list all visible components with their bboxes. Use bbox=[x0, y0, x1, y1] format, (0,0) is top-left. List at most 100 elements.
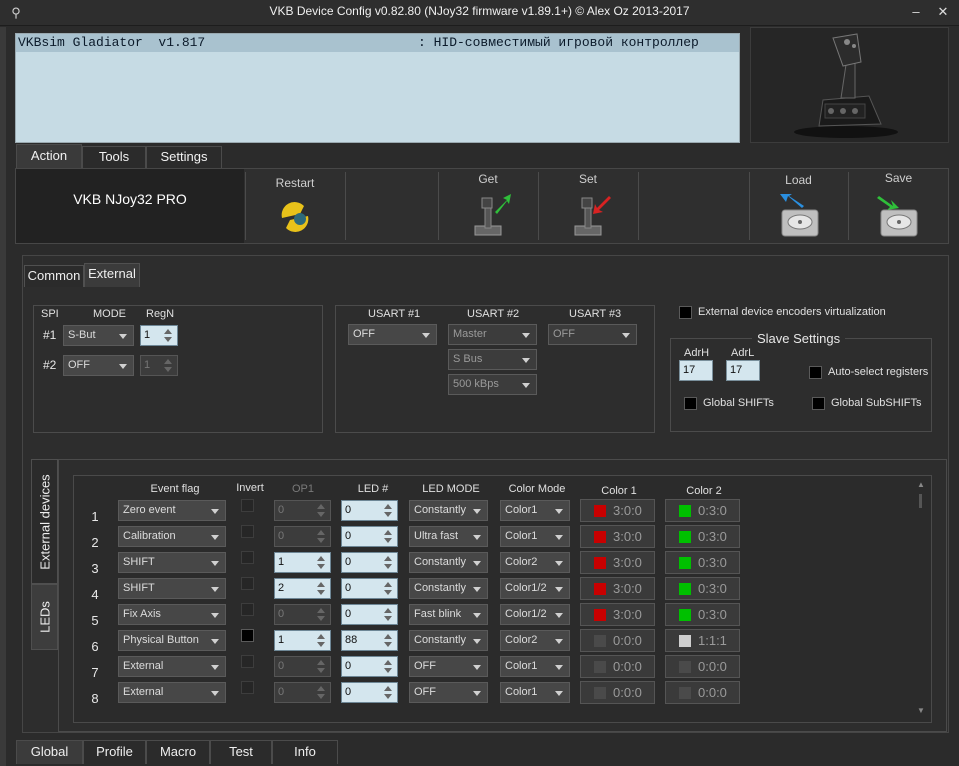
color-1-picker[interactable]: 3:0:0 bbox=[580, 577, 655, 600]
usart-2-select[interactable]: Master bbox=[448, 324, 537, 345]
auto-select-checkbox[interactable] bbox=[809, 366, 822, 379]
usart-2-bus-select[interactable]: S Bus bbox=[448, 349, 537, 370]
led-mode-select[interactable]: Constantly bbox=[409, 630, 488, 651]
invert-checkbox[interactable] bbox=[241, 525, 254, 538]
tab-info[interactable]: Info bbox=[272, 740, 338, 764]
color-mode-select[interactable]: Color2 bbox=[500, 630, 570, 651]
leds-scrollbar[interactable] bbox=[914, 480, 928, 718]
color-mode-select[interactable]: Color1 bbox=[500, 656, 570, 677]
usart-1-select[interactable]: OFF bbox=[348, 324, 437, 345]
led-mode-select[interactable]: Constantly bbox=[409, 552, 488, 573]
tab-leds[interactable]: LEDs bbox=[31, 584, 58, 650]
color-1-picker[interactable]: 3:0:0 bbox=[580, 551, 655, 574]
led-mode-select[interactable]: Ultra fast bbox=[409, 526, 488, 547]
tab-external[interactable]: External bbox=[84, 263, 140, 287]
op1-stepper[interactable]: 1 bbox=[274, 552, 331, 573]
invert-checkbox[interactable] bbox=[241, 499, 254, 512]
invert-checkbox[interactable] bbox=[241, 577, 254, 590]
tab-global[interactable]: Global bbox=[16, 740, 83, 764]
global-shifts-checkbox[interactable] bbox=[684, 397, 697, 410]
color-mode-select[interactable]: Color1 bbox=[500, 526, 570, 547]
op1-stepper[interactable]: 0 bbox=[274, 682, 331, 703]
op1-stepper[interactable]: 0 bbox=[274, 500, 331, 521]
invert-checkbox[interactable] bbox=[241, 551, 254, 564]
adrh-field[interactable]: 17 bbox=[679, 360, 713, 381]
event-flag-select[interactable]: Calibration bbox=[118, 526, 226, 547]
invert-checkbox[interactable] bbox=[241, 629, 254, 642]
color-2-picker[interactable]: 0:3:0 bbox=[665, 499, 740, 522]
op1-stepper[interactable]: 2 bbox=[274, 578, 331, 599]
led-number-stepper[interactable]: 88 bbox=[341, 630, 398, 651]
led-mode-select[interactable]: Constantly bbox=[409, 500, 488, 521]
color-1-picker[interactable]: 0:0:0 bbox=[580, 681, 655, 704]
scroll-up-icon[interactable]: ▲ bbox=[917, 480, 925, 489]
led-number-stepper[interactable]: 0 bbox=[341, 656, 398, 677]
event-flag-select[interactable]: External bbox=[118, 682, 226, 703]
color-2-picker[interactable]: 0:3:0 bbox=[665, 551, 740, 574]
tab-tools[interactable]: Tools bbox=[82, 146, 146, 168]
led-number-stepper[interactable]: 0 bbox=[341, 682, 398, 703]
led-number-stepper[interactable]: 0 bbox=[341, 552, 398, 573]
led-number-stepper[interactable]: 0 bbox=[341, 604, 398, 625]
color-1-picker[interactable]: 3:0:0 bbox=[580, 499, 655, 522]
color-2-picker[interactable]: 0:0:0 bbox=[665, 655, 740, 678]
save-button[interactable]: Save bbox=[849, 170, 948, 242]
op1-stepper[interactable]: 1 bbox=[274, 630, 331, 651]
event-flag-select[interactable]: Zero event bbox=[118, 500, 226, 521]
op1-stepper[interactable]: 0 bbox=[274, 656, 331, 677]
tab-common[interactable]: Common bbox=[24, 265, 84, 287]
close-button[interactable]: ✕ bbox=[932, 3, 954, 21]
color-2-picker[interactable]: 1:1:1 bbox=[665, 629, 740, 652]
color-mode-select[interactable]: Color2 bbox=[500, 552, 570, 573]
adrl-field[interactable]: 17 bbox=[726, 360, 760, 381]
color-mode-select[interactable]: Color1/2 bbox=[500, 578, 570, 599]
tab-profile[interactable]: Profile bbox=[83, 740, 146, 764]
color-1-picker[interactable]: 0:0:0 bbox=[580, 629, 655, 652]
tab-macro[interactable]: Macro bbox=[146, 740, 210, 764]
spi-2-regn-stepper[interactable]: 1 bbox=[140, 355, 178, 376]
spi-2-mode-select[interactable]: OFF bbox=[63, 355, 134, 376]
event-flag-select[interactable]: External bbox=[118, 656, 226, 677]
color-2-picker[interactable]: 0:3:0 bbox=[665, 525, 740, 548]
color-2-picker[interactable]: 0:3:0 bbox=[665, 603, 740, 626]
led-number-stepper[interactable]: 0 bbox=[341, 500, 398, 521]
tab-action[interactable]: Action bbox=[16, 144, 82, 168]
color-1-picker[interactable]: 0:0:0 bbox=[580, 655, 655, 678]
invert-checkbox[interactable] bbox=[241, 681, 254, 694]
led-number-stepper[interactable]: 0 bbox=[341, 578, 398, 599]
invert-checkbox[interactable] bbox=[241, 655, 254, 668]
load-button[interactable]: Load bbox=[750, 170, 847, 242]
color-1-picker[interactable]: 3:0:0 bbox=[580, 603, 655, 626]
usart-3-select[interactable]: OFF bbox=[548, 324, 637, 345]
led-mode-select[interactable]: Constantly bbox=[409, 578, 488, 599]
color-2-picker[interactable]: 0:3:0 bbox=[665, 577, 740, 600]
led-mode-select[interactable]: Fast blink bbox=[409, 604, 488, 625]
op1-stepper[interactable]: 0 bbox=[274, 526, 331, 547]
color-2-picker[interactable]: 0:0:0 bbox=[665, 681, 740, 704]
event-flag-select[interactable]: SHIFT bbox=[118, 552, 226, 573]
color-mode-select[interactable]: Color1 bbox=[500, 682, 570, 703]
invert-checkbox[interactable] bbox=[241, 603, 254, 616]
color-mode-select[interactable]: Color1 bbox=[500, 500, 570, 521]
minimize-button[interactable]: – bbox=[905, 3, 927, 21]
tab-settings[interactable]: Settings bbox=[146, 146, 222, 168]
tab-test[interactable]: Test bbox=[210, 740, 272, 764]
spi-1-mode-select[interactable]: S-But bbox=[63, 325, 134, 346]
color-1-picker[interactable]: 3:0:0 bbox=[580, 525, 655, 548]
led-mode-select[interactable]: OFF bbox=[409, 656, 488, 677]
restart-button[interactable]: Restart bbox=[246, 170, 344, 242]
usart-2-speed-select[interactable]: 500 kBps bbox=[448, 374, 537, 395]
event-flag-select[interactable]: Physical Button bbox=[118, 630, 226, 651]
scroll-down-icon[interactable]: ▼ bbox=[917, 706, 925, 715]
event-flag-select[interactable]: SHIFT bbox=[118, 578, 226, 599]
get-button[interactable]: Get bbox=[439, 170, 537, 242]
global-subshifts-checkbox[interactable] bbox=[812, 397, 825, 410]
tab-external-devices[interactable]: External devices bbox=[31, 459, 58, 584]
event-flag-select[interactable]: Fix Axis bbox=[118, 604, 226, 625]
op1-stepper[interactable]: 0 bbox=[274, 604, 331, 625]
led-mode-select[interactable]: OFF bbox=[409, 682, 488, 703]
color-mode-select[interactable]: Color1/2 bbox=[500, 604, 570, 625]
scroll-thumb[interactable] bbox=[919, 494, 922, 508]
spi-1-regn-stepper[interactable]: 1 bbox=[140, 325, 178, 346]
ext-encoders-checkbox[interactable] bbox=[679, 306, 692, 319]
